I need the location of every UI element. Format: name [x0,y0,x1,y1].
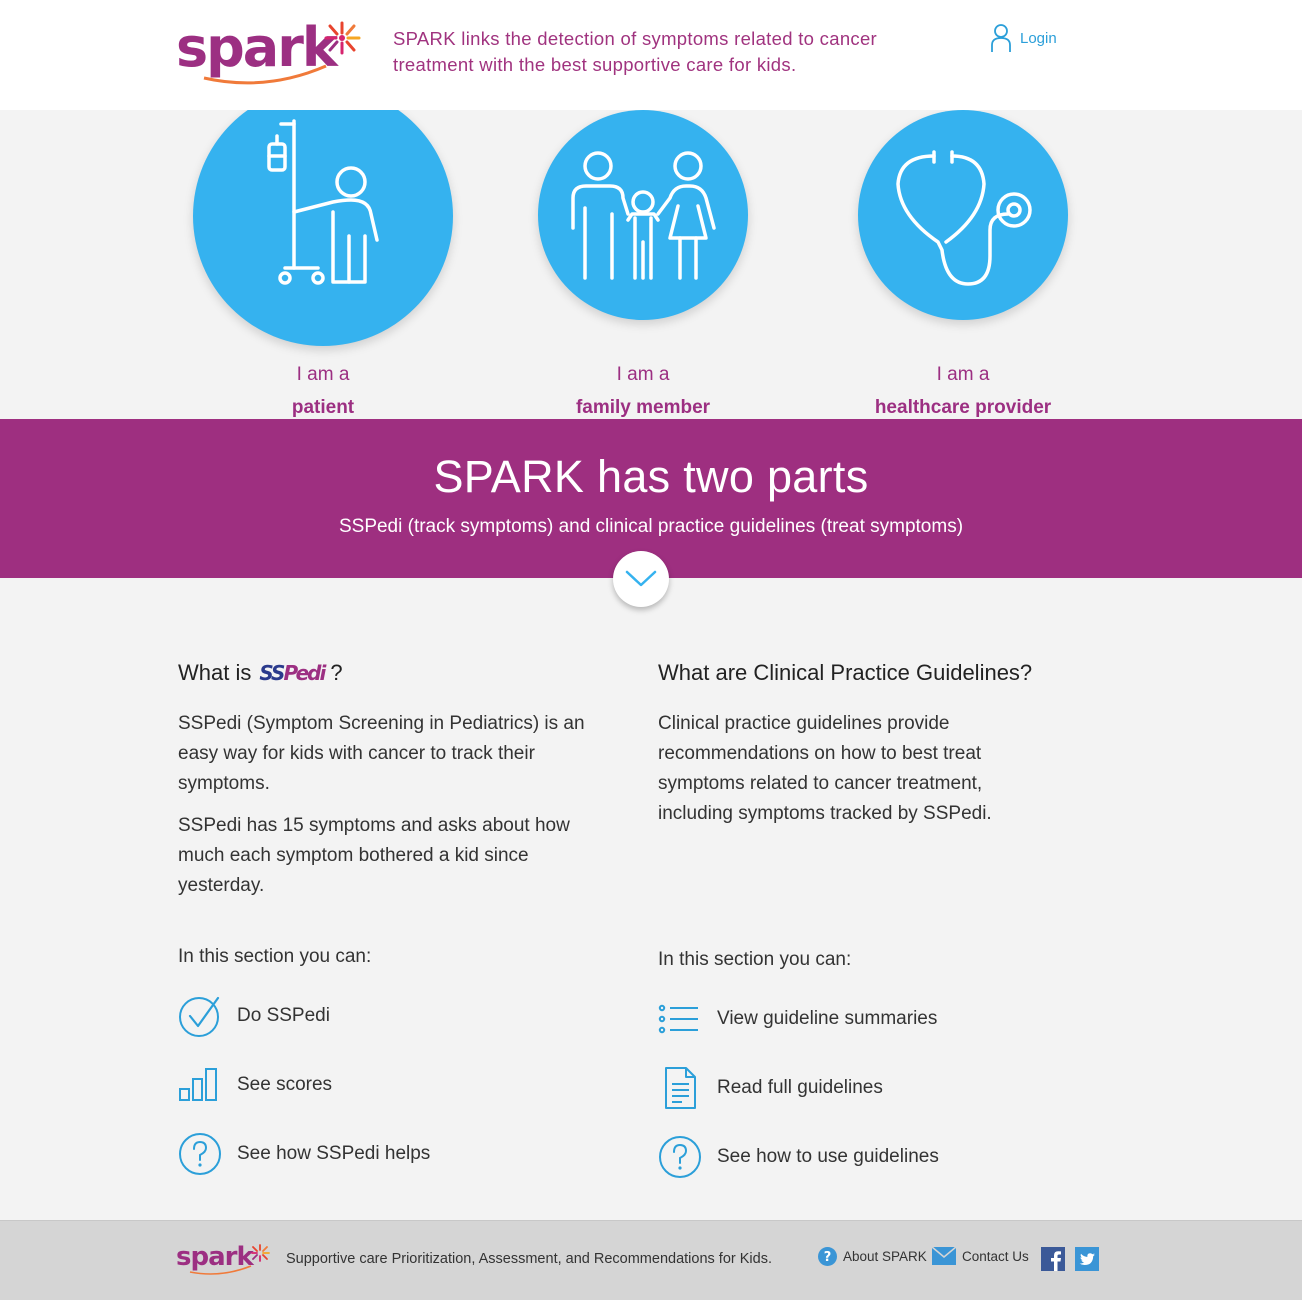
role-family-circle[interactable] [538,110,748,320]
checkmark-circle-icon [178,994,222,1038]
question-circle-icon [658,1135,702,1179]
role-selector: I am a patient I am a family member I am… [0,110,1302,419]
role-patient-label[interactable]: patient [193,397,453,419]
sspedi-symptom-count: SSPedi has 15 symptoms and asks about ho… [178,815,570,896]
role-family-label[interactable]: family member [538,397,748,419]
sspedi-heading: What is SSPedi ? [178,655,618,691]
role-provider-pre: I am a [936,364,990,385]
spark-logo[interactable]: spark [176,14,368,85]
read-full-guidelines-link[interactable]: Read full guidelines [658,1066,883,1110]
envelope-icon [932,1247,956,1265]
role-family-member[interactable]: I am a family member [538,110,748,419]
guidelines-section-label: In this section you can: [658,949,852,970]
do-sspedi-label[interactable]: Do SSPedi [237,1005,330,1027]
role-patient-pre: I am a [296,364,350,385]
svg-text:?: ? [824,1250,832,1265]
guidelines-description: Clinical practice guidelines provide rec… [658,713,992,824]
question-circle-icon [178,1132,222,1176]
about-spark-link[interactable]: ? About SPARK [818,1247,927,1266]
role-patient-circle[interactable] [193,110,453,346]
footer-tagline: Supportive care Prioritization, Assessme… [286,1251,772,1267]
role-provider-label[interactable]: healthcare provider [858,397,1068,419]
stethoscope-icon [896,150,1032,286]
user-icon [991,24,1011,52]
sspedi-section: What is SSPedi ? SSPedi (Symptom Screeni… [178,655,618,901]
login-label[interactable]: Login [1020,30,1057,47]
view-guideline-summaries-link[interactable]: View guideline summaries [658,997,937,1041]
guidelines-heading: What are Clinical Practice Guidelines? [658,660,1033,685]
header-tagline: SPARK links the detection of symptoms re… [393,28,878,75]
role-patient[interactable]: I am a patient [193,110,453,419]
patient-iv-icon [267,119,379,285]
about-spark-label[interactable]: About SPARK [843,1249,927,1264]
role-healthcare-provider[interactable]: I am a healthcare provider [858,110,1068,419]
see-how-sspedi-helps-link[interactable]: See how SSPedi helps [178,1132,430,1176]
bar-chart-icon [178,1063,222,1107]
scroll-down-button[interactable] [613,551,669,607]
chevron-down-icon [625,570,657,587]
banner-subtitle: SSPedi (track symptoms) and clinical pra… [338,516,964,537]
contact-us-label[interactable]: Contact Us [962,1249,1029,1264]
read-full-guidelines-label[interactable]: Read full guidelines [717,1077,883,1099]
twitter-icon[interactable] [1075,1247,1099,1271]
family-icon [571,151,716,280]
role-family-pre: I am a [616,364,670,385]
contact-us-link[interactable]: Contact Us [932,1247,1029,1265]
see-how-sspedi-helps-label[interactable]: See how SSPedi helps [237,1143,430,1165]
role-provider-circle[interactable] [858,110,1068,320]
list-icon [658,997,702,1041]
site-footer: spark Supportive care Prioritization, As… [0,1220,1302,1300]
see-how-to-use-guidelines-link[interactable]: See how to use guidelines [658,1135,939,1179]
sspedi-logo-ss: SS [259,661,285,685]
sspedi-heading-post: ? [330,660,343,685]
see-how-to-use-guidelines-label[interactable]: See how to use guidelines [717,1146,939,1168]
banner-title: SPARK has two parts [433,451,869,502]
see-scores-link[interactable]: See scores [178,1063,332,1107]
sspedi-section-label: In this section you can: [178,946,372,967]
footer-spark-logo-graphic: spark [176,1242,270,1275]
guidelines-section: What are Clinical Practice Guidelines? C… [658,655,1098,829]
footer-spark-logo-wordmark: spark [176,1242,254,1272]
site-header: spark SPARK links the detection of sympt… [0,0,1302,110]
spark-logo-graphic: spark [176,16,361,85]
login-link[interactable]: Login [990,22,1057,54]
sspedi-logo: SSPedi [259,661,326,685]
see-scores-label[interactable]: See scores [237,1074,332,1096]
sspedi-description: SSPedi (Symptom Screening in Pediatrics)… [178,713,585,794]
do-sspedi-link[interactable]: Do SSPedi [178,994,330,1038]
sspedi-heading-pre: What is [178,660,252,685]
question-circle-icon: ? [818,1247,837,1266]
facebook-icon[interactable] [1041,1247,1065,1271]
footer-spark-logo[interactable]: spark [176,1241,276,1284]
document-icon [658,1066,702,1110]
sspedi-logo-pedi: Pedi [283,661,326,685]
view-guideline-summaries-label[interactable]: View guideline summaries [717,1008,937,1030]
